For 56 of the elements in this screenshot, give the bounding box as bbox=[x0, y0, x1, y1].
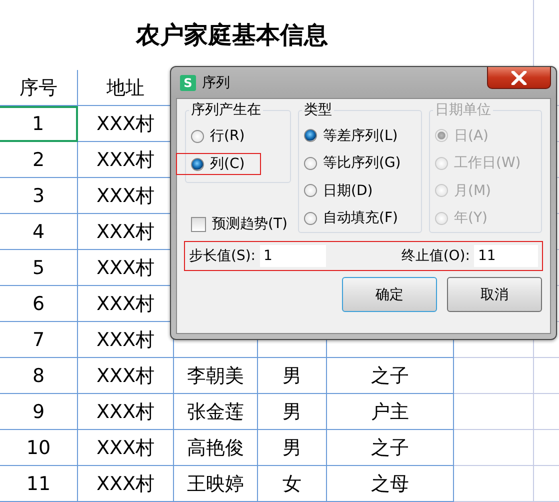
radio-button[interactable] bbox=[191, 130, 204, 142]
checkbox[interactable] bbox=[191, 216, 206, 232]
table-cell: 王映婷 bbox=[174, 466, 258, 502]
table-cell: 男 bbox=[258, 430, 327, 466]
ok-button[interactable]: 确定 bbox=[342, 277, 437, 312]
table-cell: 男 bbox=[258, 358, 327, 394]
table-cell: 6 bbox=[0, 286, 78, 322]
radio-label[interactable]: 等差序列(L) bbox=[323, 126, 398, 145]
column-header: 序号 bbox=[0, 70, 78, 106]
group-title: 日期单位 bbox=[433, 101, 493, 119]
radio-button[interactable] bbox=[191, 158, 204, 170]
checkbox-label[interactable]: 预测趋势(T) bbox=[212, 215, 288, 233]
table-cell: 2 bbox=[0, 142, 78, 178]
table-cell: 女 bbox=[258, 466, 327, 502]
close-button[interactable] bbox=[487, 67, 551, 89]
radio-button[interactable] bbox=[304, 184, 317, 198]
group-title: 类型 bbox=[302, 101, 334, 119]
table-cell: 4 bbox=[0, 214, 78, 250]
table-cell: 户主 bbox=[327, 394, 454, 430]
radio-button[interactable] bbox=[304, 129, 317, 142]
table-cell: XXX村 bbox=[78, 394, 174, 430]
table-cell: 10 bbox=[0, 430, 78, 466]
table-cell: 男 bbox=[258, 394, 327, 430]
table-cell: XXX村 bbox=[78, 466, 174, 502]
table-cell: XXX村 bbox=[78, 430, 174, 466]
group-title: 序列产生在 bbox=[189, 101, 263, 119]
table-cell: 张金莲 bbox=[174, 394, 258, 430]
radio-label[interactable]: 自动填充(F) bbox=[323, 209, 398, 228]
table-cell: 1 bbox=[0, 106, 78, 142]
table-cell: 李朝美 bbox=[174, 358, 258, 394]
radio-label[interactable]: 列(C) bbox=[210, 155, 245, 173]
table-cell: 8 bbox=[0, 358, 78, 394]
table-cell: 11 bbox=[0, 466, 78, 502]
table-cell: 7 bbox=[0, 322, 78, 358]
field-label: 终止值(O): bbox=[401, 247, 470, 265]
app-icon: S bbox=[180, 74, 196, 90]
table-cell: 之母 bbox=[327, 466, 454, 502]
radio-button[interactable] bbox=[304, 212, 317, 225]
table-cell: 3 bbox=[0, 178, 78, 214]
table-cell: 之子 bbox=[327, 358, 454, 394]
table-cell: 之子 bbox=[327, 430, 454, 466]
table-cell: XXX村 bbox=[78, 358, 174, 394]
close-icon bbox=[511, 70, 527, 84]
input-field[interactable]: 11 bbox=[474, 245, 538, 267]
dialog-title: 序列 bbox=[202, 74, 230, 92]
radio-label[interactable]: 等比序列(G) bbox=[323, 154, 401, 172]
field-label: 步长值(S): bbox=[189, 247, 256, 265]
radio-label[interactable]: 行(R) bbox=[210, 127, 245, 145]
radio-label[interactable]: 日期(D) bbox=[323, 182, 373, 200]
sheet-title: 农户家庭基本信息 bbox=[134, 20, 328, 51]
input-field[interactable]: 1 bbox=[260, 245, 326, 267]
radio-button[interactable] bbox=[304, 156, 317, 170]
table-cell: 高艳俊 bbox=[174, 430, 258, 466]
table-cell: 9 bbox=[0, 394, 78, 430]
table-cell: 5 bbox=[0, 250, 78, 286]
cancel-button[interactable]: 取消 bbox=[447, 277, 542, 312]
